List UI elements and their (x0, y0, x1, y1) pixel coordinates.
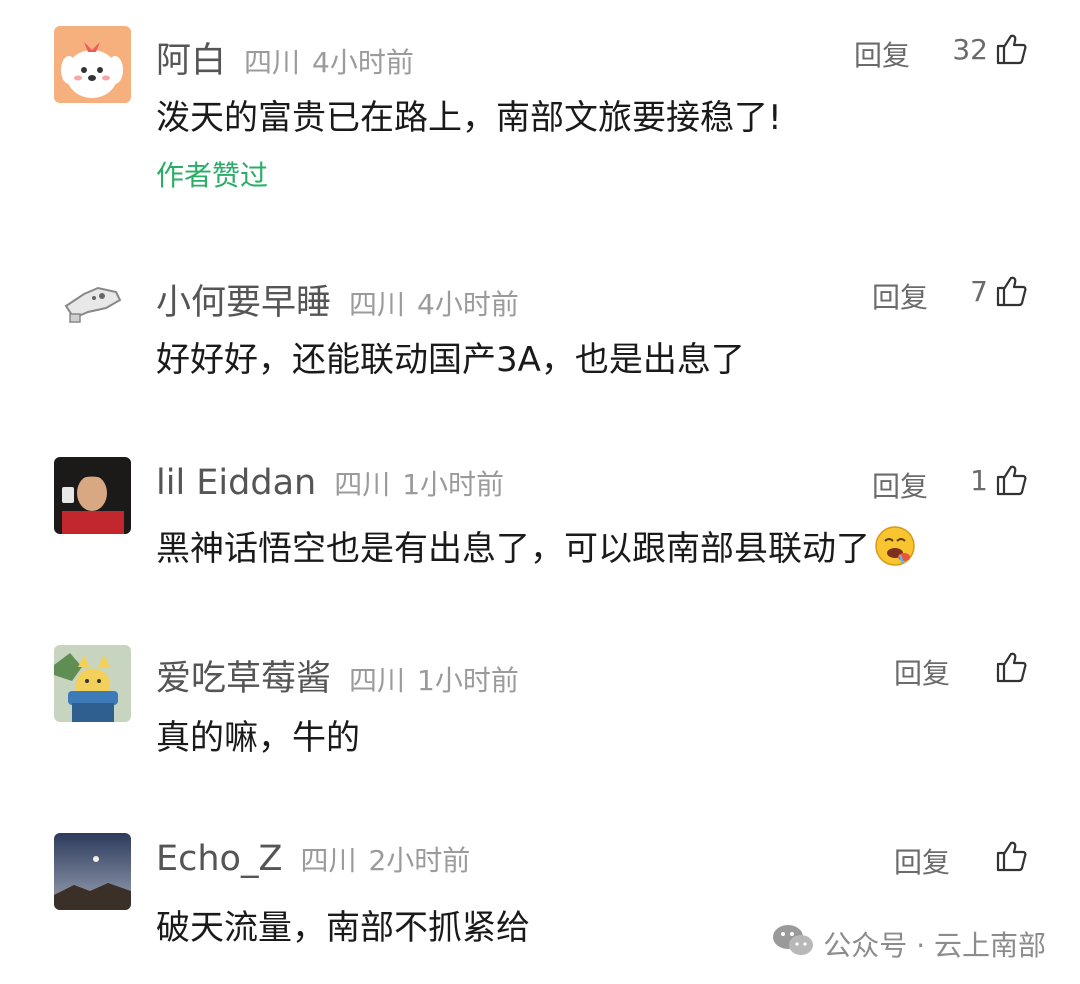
location: 四川 (349, 288, 406, 321)
thumbs-up-icon (994, 839, 1028, 873)
like-button[interactable]: 1 (970, 463, 1028, 497)
nickname[interactable]: 爱吃草莓酱 (156, 650, 331, 701)
wechat-icon (771, 923, 823, 964)
like-button[interactable] (988, 839, 1028, 873)
location: 四川 (244, 46, 301, 79)
reply-button[interactable]: 回复 (894, 652, 950, 692)
like-button[interactable]: 7 (970, 274, 1028, 308)
comment-text: 黑神话悟空也是有出息了，可以跟南部县联动了 (156, 521, 916, 576)
reply-button[interactable]: 回复 (894, 841, 950, 881)
avatar[interactable] (54, 645, 131, 722)
like-count: 1 (970, 463, 988, 497)
comment-text: 好好好，还能联动国产3A，也是出息了 (156, 340, 745, 380)
comment-meta: Echo_Z 四川 2小时前 (156, 839, 470, 879)
avatar[interactable] (54, 833, 131, 910)
timestamp: 4小时前 (417, 288, 519, 321)
reply-button[interactable]: 回复 (872, 276, 928, 316)
avatar[interactable] (54, 457, 131, 534)
location: 四川 (334, 468, 391, 501)
timestamp: 1小时前 (402, 468, 505, 501)
comment-meta: 阿白 四川 4小时前 (156, 32, 414, 83)
nickname[interactable]: 阿白 (156, 32, 226, 83)
comment-meta: 爱吃草莓酱 四川 1小时前 (156, 650, 519, 701)
reply-button[interactable]: 回复 (854, 34, 910, 74)
watermark-text: 公众号 · 云上南部 (823, 928, 1046, 962)
like-count: 32 (952, 32, 988, 66)
comment-text-body: 黑神话悟空也是有出息了，可以跟南部县联动了 (156, 529, 870, 569)
comment-text: 泼天的富贵已在路上，南部文旅要接稳了! (156, 98, 782, 138)
comment-meta: 小何要早睡 四川 4小时前 (156, 274, 519, 325)
timestamp: 1小时前 (417, 664, 519, 697)
author-liked-badge: 作者赞过 (156, 159, 269, 192)
reply-button[interactable]: 回复 (872, 465, 928, 505)
nickname[interactable]: 小何要早睡 (156, 274, 331, 325)
location: 四川 (349, 664, 406, 697)
like-button[interactable] (988, 650, 1028, 684)
thumbs-up-icon (994, 32, 1028, 66)
timestamp: 2小时前 (368, 844, 471, 877)
thumbs-up-icon (994, 274, 1028, 308)
watermark: 公众号 · 云上南部 (771, 923, 1046, 964)
timestamp: 4小时前 (312, 46, 414, 79)
drooling-face-icon (874, 525, 916, 576)
like-count: 7 (970, 274, 988, 308)
comment-text: 破天流量，南部不抓紧给 (156, 908, 530, 948)
thumbs-up-icon (994, 650, 1028, 684)
nickname[interactable]: Echo_Z (156, 839, 282, 879)
location: 四川 (300, 844, 357, 877)
avatar[interactable] (54, 258, 131, 335)
comment-text: 真的嘛，牛的 (156, 718, 360, 758)
avatar[interactable] (54, 26, 131, 103)
like-button[interactable]: 32 (952, 32, 1028, 66)
comment-meta: lil Eiddan 四川 1小时前 (156, 463, 504, 503)
nickname[interactable]: lil Eiddan (156, 463, 316, 503)
thumbs-up-icon (994, 463, 1028, 497)
